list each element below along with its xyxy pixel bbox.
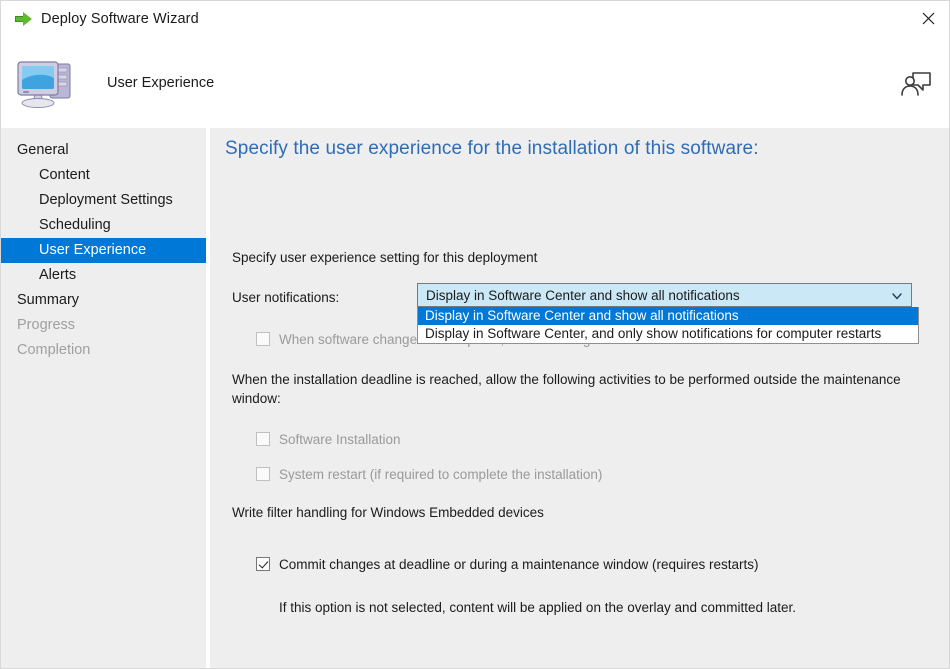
sidebar-item-summary[interactable]: Summary: [1, 288, 206, 313]
title-bar: Deploy Software Wizard: [1, 1, 949, 37]
user-notifications-option-list: Display in Software Center and show all …: [417, 307, 919, 344]
header-title: User Experience: [107, 74, 215, 91]
write-filter-label: Write filter handling for Windows Embedd…: [232, 505, 544, 520]
combo-option-show-all-notifications[interactable]: Display in Software Center and show all …: [418, 307, 918, 325]
deadline-description: When the installation deadline is reache…: [232, 372, 901, 406]
commit-changes-label: Commit changes at deadline or during a m…: [279, 557, 759, 572]
chevron-down-icon: [891, 289, 903, 301]
page-title: Specify the user experience for the inst…: [225, 138, 759, 159]
software-installation-checkbox-row: Software Installation: [256, 431, 401, 449]
sidebar-item-user-experience[interactable]: User Experience: [1, 238, 206, 263]
window-title: Deploy Software Wizard: [41, 11, 199, 27]
wizard-content: Specify the user experience for the inst…: [210, 128, 949, 668]
dialog-window-checkbox: [256, 332, 270, 346]
sidebar-item-content[interactable]: Content: [1, 163, 206, 188]
software-installation-label: Software Installation: [279, 432, 401, 447]
user-notifications-combobox-value: Display in Software Center and show all …: [426, 287, 740, 303]
sidebar-item-progress: Progress: [17, 317, 76, 333]
feedback-person-icon[interactable]: [899, 68, 933, 98]
system-restart-checkbox: [256, 467, 270, 481]
sidebar-item-general[interactable]: General: [1, 138, 206, 163]
sidebar-item-scheduling[interactable]: Scheduling: [1, 213, 206, 238]
user-notifications-label: User notifications:: [232, 290, 340, 305]
commit-changes-checkbox[interactable]: [256, 557, 270, 571]
wizard-header: User Experience: [1, 37, 949, 128]
wizard-sidebar: General Content Deployment Settings Sche…: [1, 128, 206, 668]
computer-icon: [15, 54, 79, 112]
wizard-body: General Content Deployment Settings Sche…: [1, 128, 949, 668]
sidebar-item-deployment-settings[interactable]: Deployment Settings: [1, 188, 206, 213]
user-notifications-combobox-wrap: Display in Software Center and show all …: [417, 283, 919, 344]
system-restart-label: System restart (if required to complete …: [279, 467, 603, 482]
close-icon[interactable]: [905, 1, 949, 35]
commit-changes-checkbox-row[interactable]: Commit changes at deadline or during a m…: [256, 556, 759, 574]
sidebar-item-completion: Completion: [17, 342, 91, 358]
system-restart-checkbox-row: System restart (if required to complete …: [256, 466, 602, 484]
commit-changes-note: If this option is not selected, content …: [279, 600, 797, 615]
software-installation-checkbox: [256, 432, 270, 446]
section-label: Specify user experience setting for this…: [232, 250, 538, 265]
user-notifications-combobox[interactable]: Display in Software Center and show all …: [417, 283, 912, 307]
sidebar-item-alerts[interactable]: Alerts: [1, 263, 206, 288]
combo-option-restart-notifications-only[interactable]: Display in Software Center, and only sho…: [418, 325, 918, 343]
green-arrow-icon: [15, 11, 33, 27]
deploy-software-wizard-window: Deploy Software Wizard User Experience G…: [0, 0, 950, 669]
